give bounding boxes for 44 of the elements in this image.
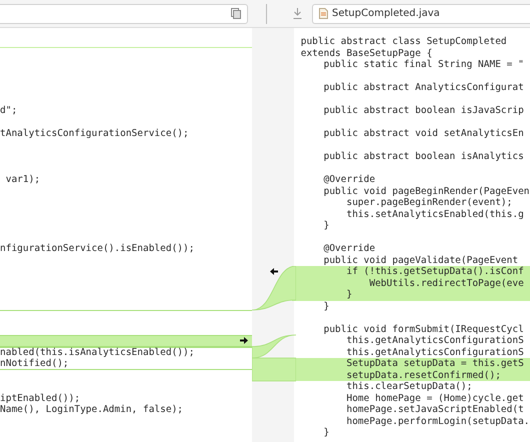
code-line: this.getAnalyticsConfigurationS — [345, 346, 524, 358]
code-line: tAnalyticsConfigurationService(); — [0, 128, 189, 139]
code-line: public abstract boolean isAnalytics — [322, 151, 524, 162]
code-line: super.pageBeginRender(event); — [345, 197, 512, 208]
code-line: } — [322, 220, 330, 231]
code-line: } — [322, 427, 330, 438]
arrow-right-icon[interactable] — [240, 337, 248, 344]
code-line: public abstract class SetupCompleted — [300, 36, 507, 47]
code-line: Home homePage = (Home)cycle.get — [345, 392, 524, 404]
code-line: @Override — [322, 174, 376, 185]
code-line: @Override — [322, 243, 376, 254]
file-path-field[interactable]: SetupCompleted.java — [312, 4, 530, 24]
code-line: } — [322, 300, 330, 312]
file-icon — [319, 8, 328, 19]
code-line: public static final String NAME = " — [322, 59, 524, 70]
download-icon[interactable] — [293, 8, 302, 19]
code-line: setupData.resetConfirmed(); — [345, 370, 501, 380]
path-field[interactable] — [0, 4, 248, 24]
code-line: SetupData setupData = this.getS — [345, 358, 524, 369]
code-line: extends BaseSetupPage { — [300, 48, 432, 58]
code-line: d"; — [0, 105, 18, 116]
code-line: this.getAnalyticsConfigurationS — [345, 335, 524, 346]
code-line: nNotified(); — [0, 358, 69, 369]
code-line: homePage.setJavaScriptEnabled(t — [345, 404, 524, 415]
code-line: public abstract AnalyticsConfigurat — [322, 82, 524, 93]
code-line: public abstract void setAnalyticsEn — [322, 128, 524, 139]
code-line: this.clearSetupData(); — [345, 381, 472, 392]
code-line: public void pageValidate(PageEvent — [322, 254, 518, 266]
code-line: WebUtils.redirectToPage(eve — [368, 278, 524, 288]
file-name: SetupCompleted.java — [332, 8, 440, 19]
code-line: this.setAnalyticsEnabled(this.g — [345, 208, 524, 220]
code-line: public abstract boolean isJavaScrip — [322, 105, 524, 116]
code-line: if (!this.getSetupData().isConf — [345, 266, 524, 277]
copy-icon[interactable] — [231, 8, 241, 19]
code-line: iptEnabled()); — [0, 392, 80, 404]
arrow-left-icon[interactable] — [270, 268, 278, 275]
code-line: homePage.performLogin(setupData. — [345, 416, 530, 426]
code-line: Name(), LoginType.Admin, false); — [0, 404, 184, 415]
code-line: var1); — [4, 174, 40, 185]
code-line: public void formSubmit(IRequestCycl — [322, 324, 524, 334]
code-line: nabled(this.isAnalyticsEnabled()); — [0, 346, 194, 358]
code-line: nfigurationService().isEnabled()); — [0, 243, 194, 254]
code-line: public void pageBeginRender(PageEven — [322, 186, 530, 196]
code-line: } — [345, 289, 352, 300]
